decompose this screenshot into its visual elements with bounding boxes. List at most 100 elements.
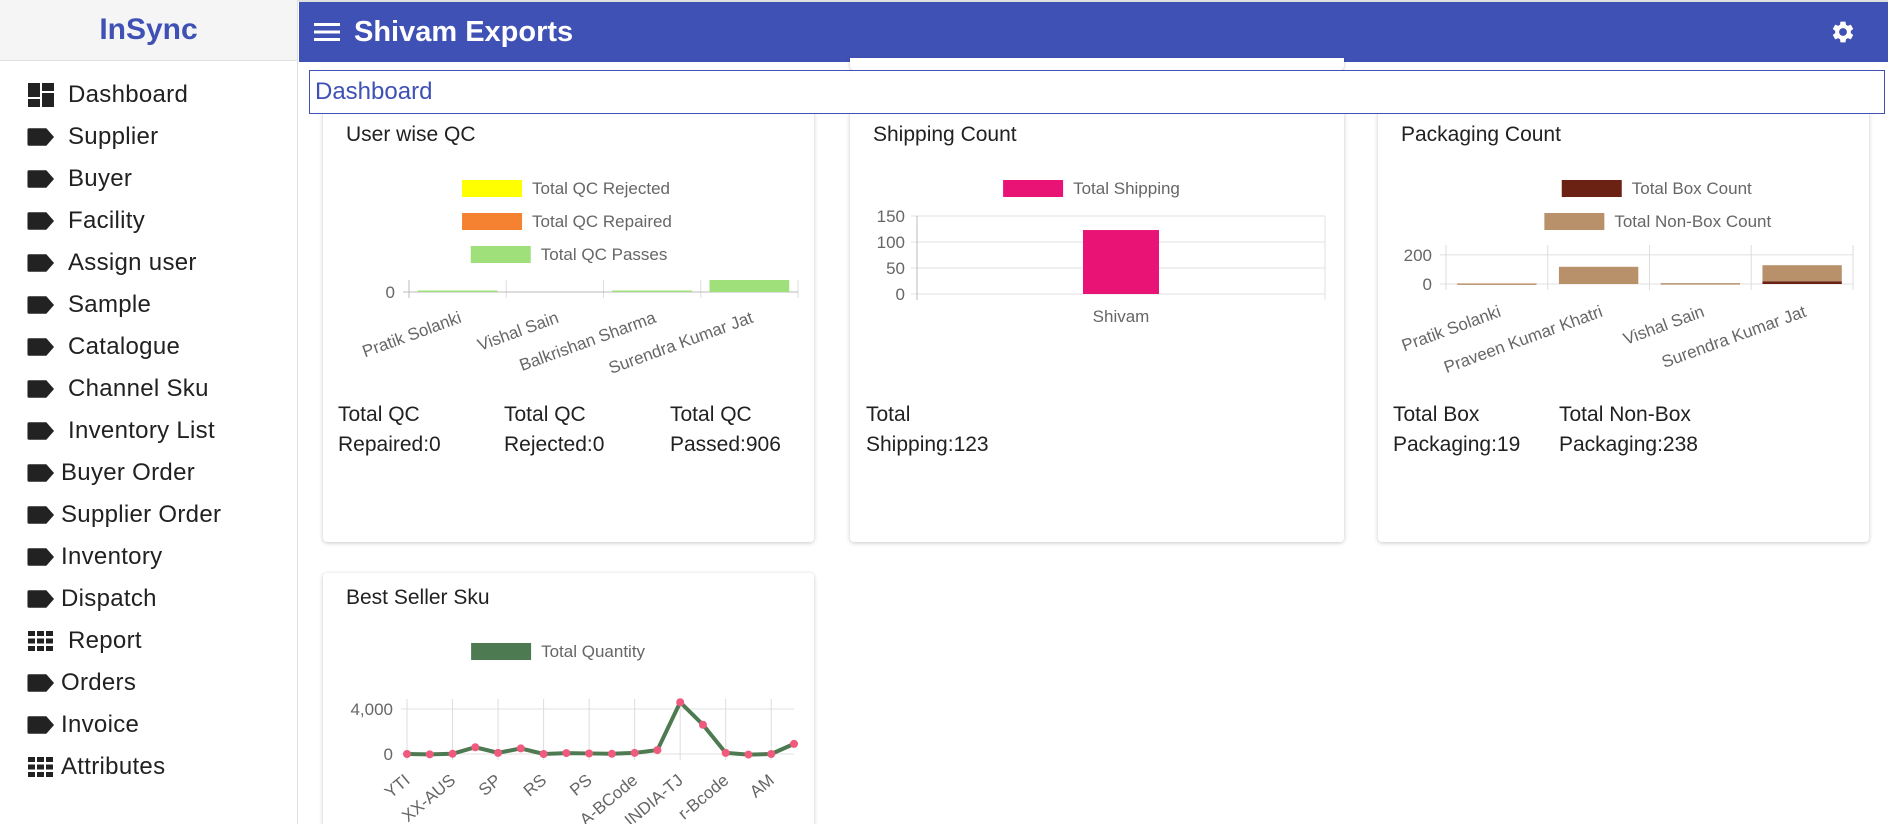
sidebar-item-orders[interactable]: Orders [0, 662, 297, 704]
data-point [676, 698, 685, 707]
y-tick-label: 100 [877, 233, 905, 252]
hamburger-menu-icon[interactable] [312, 20, 342, 44]
data-point [744, 750, 753, 759]
y-tick-label: 0 [1423, 275, 1432, 294]
y-tick-label: 0 [896, 285, 905, 304]
stat-qc-repaired: Total QC Repaired:0 [338, 400, 441, 460]
breadcrumb[interactable]: Dashboard [309, 70, 1885, 114]
label-icon [27, 420, 55, 442]
grid-icon [27, 756, 55, 778]
label-icon [27, 210, 55, 232]
legend-label: Total Shipping [1073, 179, 1180, 198]
x-tick-label: Shivam [1093, 307, 1150, 326]
sidebar-item-label: Buyer Order [61, 459, 196, 486]
legend-swatch [1003, 180, 1064, 197]
stat-label: Total QC [504, 403, 586, 426]
data-point [448, 749, 457, 758]
y-tick-label: 200 [1404, 246, 1432, 265]
legend-swatch [462, 180, 523, 197]
legend-label: Total Quantity [541, 642, 645, 661]
sidebar-item-attributes[interactable]: Attributes [0, 746, 297, 788]
sidebar-item-buyer[interactable]: Buyer [0, 158, 297, 200]
bar [612, 290, 692, 292]
sidebar-nav: Dashboard Supplier Buyer Facility Assign use… [0, 61, 297, 788]
legend-swatch [471, 643, 532, 660]
legend-label: Total QC Passes [541, 245, 668, 264]
data-point [721, 748, 730, 757]
data-point [425, 750, 434, 759]
sidebar-item-assign-user[interactable]: Assign user [0, 242, 297, 284]
x-tick-label: RS [520, 771, 550, 801]
sidebar-item-inventory-list[interactable]: Inventory List [0, 410, 297, 452]
bar [1457, 283, 1537, 285]
legend-swatch [462, 213, 523, 230]
sidebar-item-label: Invoice [61, 711, 140, 738]
sidebar-item-label: Facility [68, 207, 146, 234]
sidebar-item-label: Dashboard [68, 81, 189, 108]
stat-label: Total [866, 403, 911, 426]
sidebar-item-sample[interactable]: Sample [0, 284, 297, 326]
y-tick-label: 150 [877, 207, 905, 226]
sidebar-item-invoice[interactable]: Invoice [0, 704, 297, 746]
legend-label: Total Non-Box Count [1614, 212, 1771, 231]
sidebar-item-label: Report [68, 627, 142, 654]
sidebar-item-buyer-order[interactable]: Buyer Order [0, 452, 297, 494]
legend-swatch [470, 246, 531, 263]
stat-value: Repaired:0 [338, 433, 441, 456]
label-icon [27, 546, 55, 568]
sidebar-item-label: Assign user [68, 249, 197, 276]
data-point [494, 748, 503, 757]
sidebar-item-dashboard[interactable]: Dashboard [0, 74, 297, 116]
stat-value: Packaging:238 [1559, 433, 1698, 456]
sidebar-item-label: Inventory List [68, 417, 215, 444]
stat-label: Total QC [670, 403, 752, 426]
data-point [790, 739, 798, 748]
sidebar: InSync Dashboard Supplier Buyer Facility Ass… [0, 0, 298, 824]
legend-swatch [1544, 213, 1605, 230]
stat-value: Rejected:0 [504, 433, 605, 456]
y-tick-label: 0 [386, 283, 395, 302]
sidebar-item-label: Sample [68, 291, 152, 318]
data-point [585, 749, 594, 758]
y-tick-label: 50 [886, 259, 905, 278]
brand-logo[interactable]: InSync [0, 0, 297, 61]
label-icon [27, 168, 55, 190]
gear-icon[interactable] [1830, 19, 1856, 45]
sidebar-item-label: Orders [61, 669, 137, 696]
data-point [562, 749, 571, 758]
sidebar-item-label: Buyer [68, 165, 133, 192]
label-icon [27, 504, 55, 526]
label-icon [27, 378, 55, 400]
label-icon [27, 294, 55, 316]
bar [1083, 230, 1159, 294]
card-title: User wise QC [346, 123, 476, 146]
data-point [471, 743, 480, 752]
sidebar-item-catalogue[interactable]: Catalogue [0, 326, 297, 368]
legend-label: Total Box Count [1632, 179, 1752, 198]
sidebar-item-facility[interactable]: Facility [0, 200, 297, 242]
x-tick-label: r-Bcode [674, 771, 732, 824]
legend-label: Total QC Repaired [532, 212, 672, 231]
sidebar-item-dispatch[interactable]: Dispatch [0, 578, 297, 620]
sidebar-item-report[interactable]: Report [0, 620, 297, 662]
label-icon [27, 714, 55, 736]
label-icon [27, 462, 55, 484]
stat-value: Passed:906 [670, 433, 781, 456]
y-tick-label: 0 [384, 745, 393, 764]
stat-label: Total Box [1393, 403, 1480, 426]
sidebar-item-inventory[interactable]: Inventory [0, 536, 297, 578]
best-seller-chart: Total Quantity04,000YTIXX-AUS SP RS PSA-BCo… [350, 642, 798, 824]
bar [1762, 281, 1842, 284]
sidebar-item-supplier-order[interactable]: Supplier Order [0, 494, 297, 536]
card-title: Packaging Count [1401, 123, 1561, 146]
label-icon [27, 252, 55, 274]
stat-qc-rejected: Total QC Rejected:0 [504, 400, 604, 460]
app-root: InSync Dashboard Supplier Buyer Facility Ass… [0, 0, 1888, 824]
y-tick-label: 4,000 [350, 700, 393, 719]
card-title: Shipping Count [873, 123, 1017, 146]
sidebar-item-label: Channel Sku [68, 375, 209, 402]
sidebar-item-supplier[interactable]: Supplier [0, 116, 297, 158]
breadcrumb-label: Dashboard [315, 78, 433, 105]
sidebar-item-channel-sku[interactable]: Channel Sku [0, 368, 297, 410]
x-tick-label: YTI [381, 771, 413, 803]
